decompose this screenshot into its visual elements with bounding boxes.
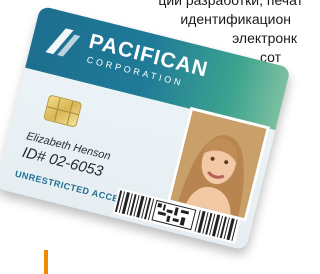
smart-chip-icon <box>43 94 83 128</box>
portrait-image <box>170 110 267 219</box>
id-card: PACIFICAN CORPORATION Elizabeth Henson I… <box>0 5 291 251</box>
id-card-photo: PACIFICAN CORPORATION Elizabeth Henson I… <box>0 0 309 274</box>
